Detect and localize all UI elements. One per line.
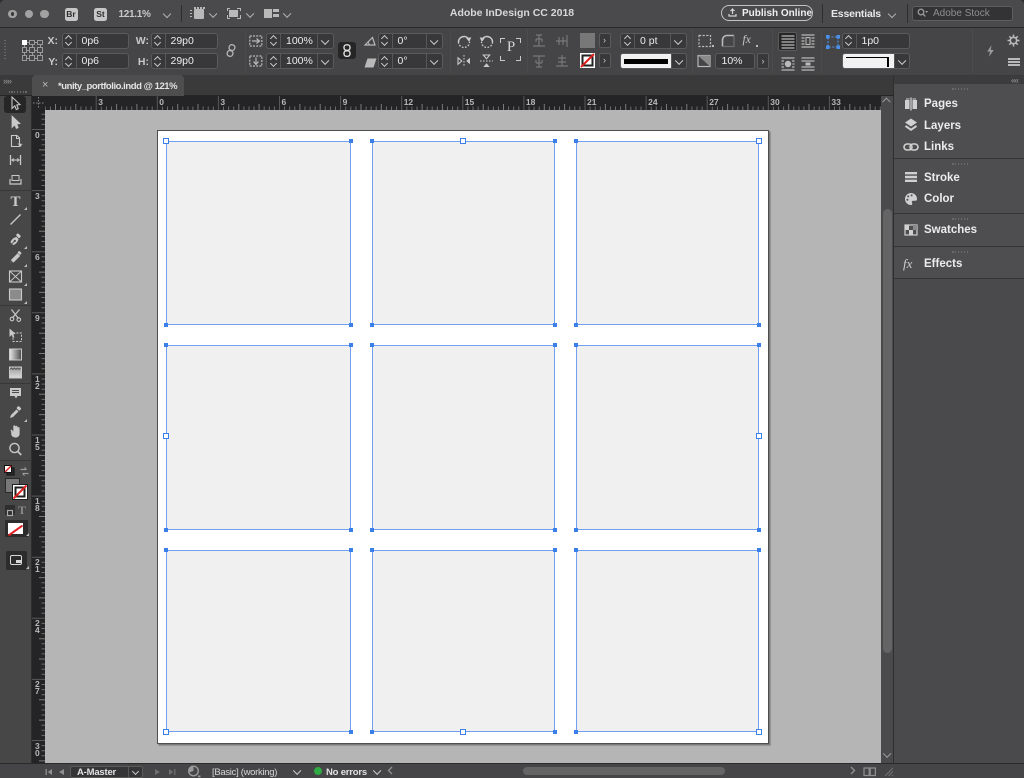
svg-text:T: T xyxy=(10,194,20,210)
